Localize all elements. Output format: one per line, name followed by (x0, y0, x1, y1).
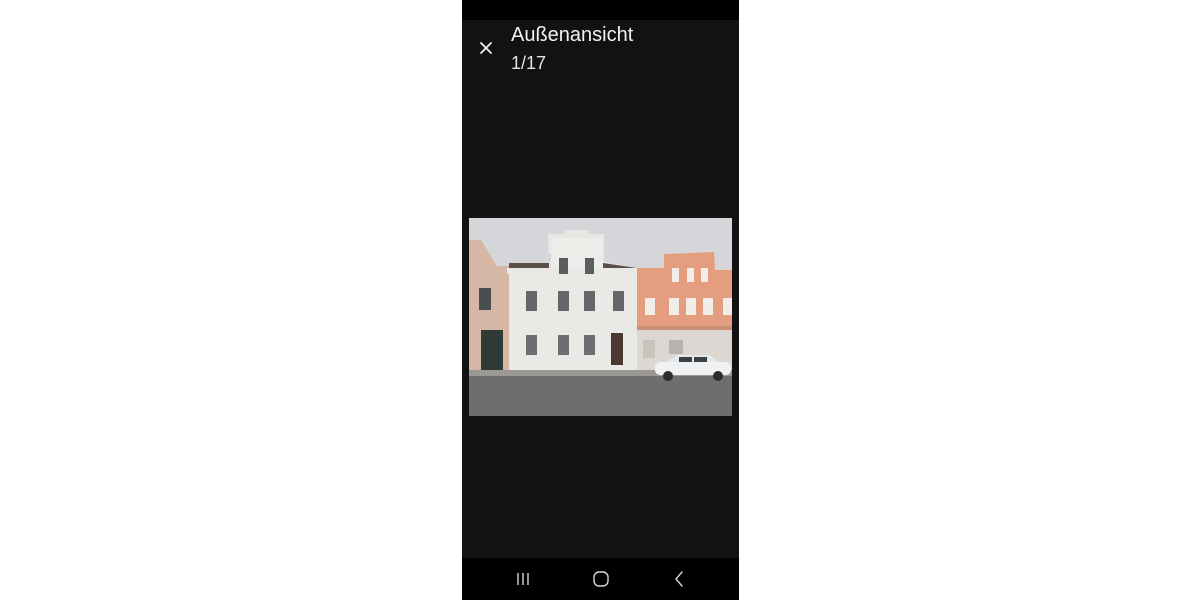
recent-apps-icon (517, 573, 529, 585)
home-icon (593, 571, 609, 587)
navigation-bar (462, 558, 739, 600)
phone-screen: Außenansicht 1/17 (462, 0, 739, 600)
home-button[interactable] (581, 566, 621, 592)
back-icon (675, 571, 683, 587)
recent-apps-button[interactable] (503, 566, 543, 592)
status-bar (462, 0, 739, 20)
image-counter: 1/17 (511, 53, 547, 73)
exterior-photo[interactable] (469, 218, 732, 416)
close-button[interactable] (474, 34, 498, 62)
page-title: Außenansicht (511, 24, 634, 46)
close-icon (480, 42, 492, 54)
building-image (469, 218, 732, 416)
back-button[interactable] (659, 566, 699, 592)
viewer-header: Außenansicht 1/17 (462, 20, 739, 90)
